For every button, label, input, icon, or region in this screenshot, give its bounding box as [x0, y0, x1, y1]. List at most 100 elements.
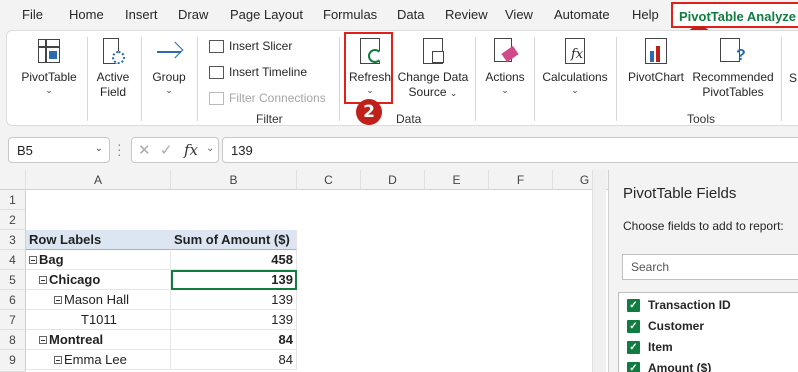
- field-item[interactable]: ✓ Item: [627, 340, 673, 354]
- field-customer[interactable]: ✓ Customer: [627, 319, 704, 333]
- recommended-pivottables-icon: ?: [720, 37, 746, 67]
- tab-automate[interactable]: Automate: [554, 7, 610, 22]
- change-data-source-button[interactable]: Change Data Source ⌄: [397, 37, 469, 101]
- pivot-value[interactable]: 84: [171, 350, 297, 370]
- field-search-input[interactable]: Search: [622, 254, 798, 280]
- pivot-row-mason-hall[interactable]: Mason Hall: [26, 290, 171, 310]
- pivot-row-chicago[interactable]: Chicago: [26, 270, 171, 290]
- tab-file[interactable]: File: [22, 7, 43, 22]
- collapse-icon[interactable]: [39, 275, 47, 284]
- vertical-scrollbar[interactable]: [592, 170, 606, 372]
- column-header-e[interactable]: E: [425, 170, 489, 190]
- actions-button[interactable]: Actions ⌄: [481, 37, 529, 95]
- insert-function-icon[interactable]: fx: [184, 141, 198, 159]
- checkbox-checked-icon[interactable]: ✓: [627, 361, 640, 372]
- tab-view[interactable]: View: [505, 7, 533, 22]
- pivot-row-emma-lee[interactable]: Emma Lee: [26, 350, 171, 370]
- pivot-value[interactable]: 139: [171, 290, 297, 310]
- row-header-2[interactable]: 2: [0, 210, 26, 230]
- insert-timeline-button[interactable]: Insert Timeline: [209, 65, 307, 79]
- pivot-row-montreal[interactable]: Montreal: [26, 330, 171, 350]
- insert-slicer-button[interactable]: Insert Slicer: [209, 39, 292, 53]
- active-field-button[interactable]: Active Field: [91, 37, 135, 100]
- timeline-icon: [209, 65, 224, 79]
- check-icon[interactable]: ✓: [160, 141, 173, 159]
- calculations-icon: fx: [562, 37, 588, 67]
- pivot-value[interactable]: 458: [171, 250, 297, 270]
- checkbox-checked-icon[interactable]: ✓: [627, 319, 640, 333]
- field-label: Amount ($): [648, 361, 712, 372]
- column-header-c[interactable]: C: [297, 170, 361, 190]
- chevron-down-icon[interactable]: ⌄: [206, 143, 214, 154]
- group-button[interactable]: Group ⌄: [147, 37, 191, 95]
- spreadsheet-grid[interactable]: A B C D E F G 1 2 3 4 5 6 7 8 9 Row Labe…: [0, 170, 608, 372]
- active-field-icon: [100, 37, 126, 67]
- tab-help[interactable]: Help: [632, 7, 659, 22]
- column-header-a[interactable]: A: [26, 170, 171, 190]
- collapse-icon[interactable]: [54, 355, 62, 364]
- field-label: Customer: [648, 319, 705, 333]
- change-data-label-1: Change Data: [397, 70, 469, 84]
- pivot-row-labels-header[interactable]: Row Labels ▼: [26, 230, 196, 250]
- collapse-icon[interactable]: [29, 255, 37, 264]
- chevron-down-icon: ⌄: [165, 85, 173, 95]
- separator: [534, 37, 535, 121]
- pivot-sum-header[interactable]: Sum of Amount ($): [171, 230, 297, 250]
- row-label: Bag: [39, 252, 64, 267]
- chevron-down-icon[interactable]: ⌄: [95, 143, 103, 154]
- tab-draw[interactable]: Draw: [178, 7, 208, 22]
- field-label: Transaction ID: [648, 298, 731, 312]
- pivotchart-button[interactable]: PivotChart: [623, 37, 689, 85]
- select-all-corner[interactable]: [0, 170, 26, 190]
- row-header-4[interactable]: 4: [0, 250, 26, 270]
- row-header-5[interactable]: 5: [0, 270, 26, 290]
- calculations-button[interactable]: fx Calculations ⌄: [539, 37, 611, 95]
- checkbox-checked-icon[interactable]: ✓: [627, 298, 640, 312]
- recommended-pivottables-button[interactable]: ? Recommended PivotTables: [691, 37, 775, 100]
- more-options-icon[interactable]: · · ·: [117, 137, 122, 161]
- row-header-9[interactable]: 9: [0, 350, 26, 372]
- field-transaction-id[interactable]: ✓ Transaction ID: [627, 298, 731, 312]
- insert-timeline-label: Insert Timeline: [229, 65, 308, 79]
- cancel-icon[interactable]: ✕: [138, 141, 151, 159]
- filter-connections-button[interactable]: Filter Connections: [209, 91, 326, 105]
- row-header-6[interactable]: 6: [0, 290, 26, 310]
- column-header-d[interactable]: D: [361, 170, 425, 190]
- pane-title: PivotTable Fields: [623, 185, 737, 202]
- tab-home[interactable]: Home: [69, 7, 104, 22]
- separator: [141, 37, 142, 121]
- collapse-icon[interactable]: [54, 295, 62, 304]
- filter-connections-icon: [209, 91, 224, 105]
- tab-review[interactable]: Review: [445, 7, 488, 22]
- pivot-row-t1011[interactable]: T1011: [26, 310, 171, 330]
- tab-pivottable-analyze[interactable]: PivotTable Analyze: [671, 2, 798, 28]
- tab-data[interactable]: Data: [397, 7, 424, 22]
- pivot-value[interactable]: 84: [171, 330, 297, 350]
- pivottable-label: PivotTable: [21, 70, 77, 84]
- name-box[interactable]: B5 ⌄: [8, 137, 110, 163]
- row-header-1[interactable]: 1: [0, 190, 26, 210]
- actions-label: Actions: [485, 70, 525, 84]
- pivottable-button[interactable]: PivotTable ⌄: [17, 37, 81, 95]
- row-label: Emma Lee: [64, 352, 127, 367]
- active-field-label-1: Active: [96, 70, 130, 84]
- pivot-row-bag[interactable]: Bag: [26, 250, 171, 270]
- show-button[interactable]: S: [789, 71, 797, 85]
- selected-cell-b5[interactable]: 139: [171, 270, 297, 290]
- checkbox-checked-icon[interactable]: ✓: [627, 340, 640, 354]
- collapse-icon[interactable]: [39, 335, 47, 344]
- active-field-label-2: Field: [99, 85, 126, 99]
- formula-input[interactable]: 139: [222, 137, 798, 163]
- row-header-8[interactable]: 8: [0, 330, 26, 350]
- row-header-3[interactable]: 3: [0, 230, 26, 250]
- tab-page-layout[interactable]: Page Layout: [230, 7, 303, 22]
- column-header-f[interactable]: F: [489, 170, 553, 190]
- tab-formulas[interactable]: Formulas: [323, 7, 377, 22]
- excel-window: File Home Insert Draw Page Layout Formul…: [0, 0, 798, 372]
- column-header-b[interactable]: B: [171, 170, 297, 190]
- tab-insert[interactable]: Insert: [125, 7, 158, 22]
- field-amount[interactable]: ✓ Amount ($): [627, 361, 711, 372]
- separator: [475, 37, 476, 121]
- pivot-value[interactable]: 139: [171, 310, 297, 330]
- row-header-7[interactable]: 7: [0, 310, 26, 330]
